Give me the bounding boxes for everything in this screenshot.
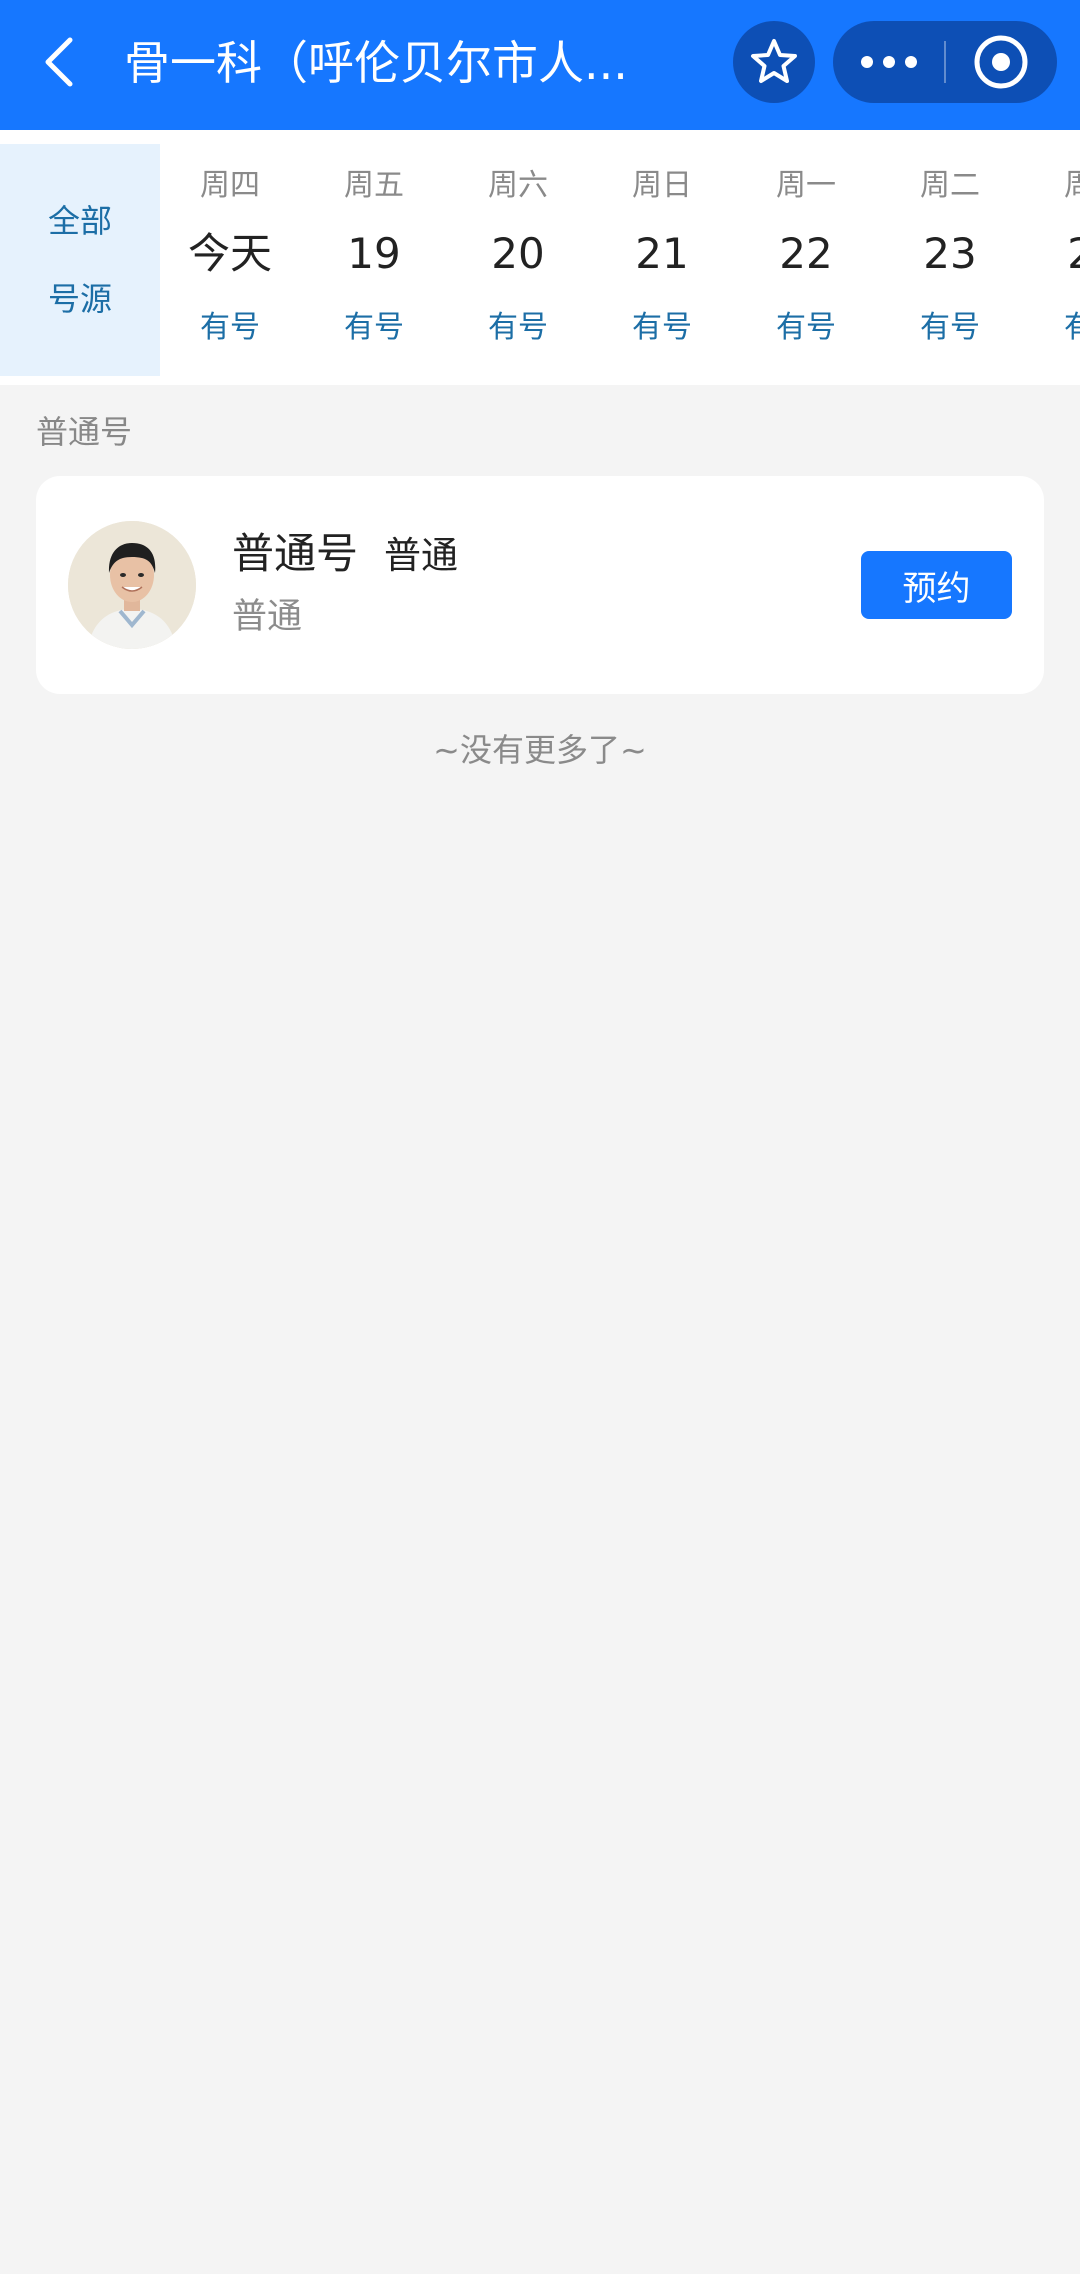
date-tab-0[interactable]: 周四 今天 有号 [160,144,300,376]
date-tab-status: 有号 [920,310,980,345]
all-source-tab[interactable]: 全部 号源 [0,144,160,376]
card-tag: 普通 [384,534,458,577]
page-title: 骨一科（呼伦贝尔市人... [124,36,628,90]
favorite-button[interactable] [733,21,815,103]
date-selector: 全部 号源 周四今天有号 周五 19 有号 周六 20 有号 周日 21 有号 周一 22 有号 周二 23… [0,130,1080,385]
date-tab-5[interactable]: 周二 23 有号 [880,144,1020,376]
date-tab-weekday: 周六 [488,168,548,203]
date-tab-weekday: 周四 [200,168,260,203]
date-tab-weekday: 周五 [344,168,404,203]
date-tab-1[interactable]: 周五 19 有号 [304,144,444,376]
date-tab-status: 有号 [488,310,548,345]
chevron-left-icon [45,37,73,87]
date-tab-status: 有号 [632,310,692,345]
card-title: 普通号 [232,529,359,578]
date-tab-2[interactable]: 周六 20 有号 [448,144,588,376]
date-tab-date: 20 [491,229,545,278]
date-tab-3[interactable]: 周日 21 有号 [592,144,732,376]
more-dots-icon [861,56,917,68]
all-source-line2: 号源 [47,280,112,318]
star-icon [751,39,797,83]
section-label: 普通号 [36,413,133,451]
card-subtitle: 普通 [232,597,303,637]
date-tab-status: 有号 [200,310,260,345]
all-source-line1: 全部 [47,202,112,240]
date-tab-weekday: 周日 [632,168,692,203]
date-tab-date: 今天 [187,229,272,278]
date-tab-status: 有号 [344,310,404,345]
close-miniapp-button[interactable] [945,21,1057,103]
date-tab-weekday: 周一 [776,168,836,203]
date-tab-date: 19 [347,229,401,278]
registration-card: 普通号 普通 普通 预约 [36,476,1044,694]
date-tab-weekday: 周三 [1064,168,1080,203]
book-button[interactable]: 预约 [861,551,1012,619]
target-circle-icon [974,35,1028,89]
date-tab-status: 有号 [1064,310,1080,345]
back-button[interactable] [28,22,92,102]
date-tab-6[interactable]: 周三 24 有号 [1024,144,1080,376]
date-tab-date: 21 [635,229,689,278]
date-tab-date: 23 [923,229,977,278]
no-more-text: ~没有更多了~ [433,731,647,769]
miniapp-capsule [833,21,1057,103]
avatar [68,521,196,649]
date-tab-weekday: 周二 [920,168,980,203]
more-button[interactable] [833,21,945,103]
nav-header: 骨一科（呼伦贝尔市人... [0,0,1080,130]
date-tab-date: 22 [779,229,833,278]
date-tab-status: 有号 [776,310,836,345]
date-tab-4[interactable]: 周一 22 有号 [736,144,876,376]
date-tab-date: 24 [1024,228,1080,280]
